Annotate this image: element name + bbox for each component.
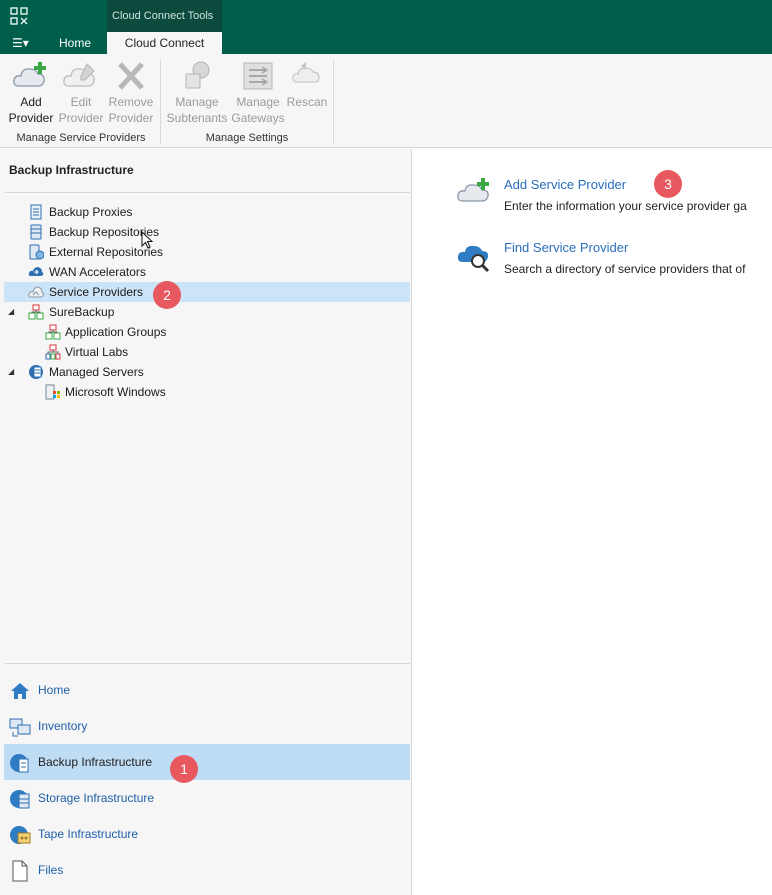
managed-server-icon	[29, 365, 43, 379]
remove-x-icon	[118, 62, 144, 90]
action-title[interactable]: Find Service Provider	[504, 240, 628, 255]
manage-subtenants-label-1: Manage	[175, 95, 219, 109]
tab-cloud-connect[interactable]: Cloud Connect	[107, 32, 222, 54]
nav-files[interactable]: Files	[4, 852, 410, 888]
tree-item-backup-proxies[interactable]: Backup Proxies	[4, 202, 410, 222]
ribbon-tab-row: ☰▾ Home Cloud Connect	[0, 32, 772, 54]
tree-item-managed-servers[interactable]: ◢ Managed Servers	[4, 362, 410, 382]
tree-item-wan-accelerators[interactable]: WAN Accelerators	[4, 262, 410, 282]
nav-storage-infrastructure[interactable]: Storage Infrastructure	[4, 780, 410, 816]
step-badge-1: 1	[170, 755, 198, 783]
cloud-search-icon	[457, 245, 490, 273]
tree-item-label: SureBackup	[49, 305, 115, 319]
context-tab-label: Cloud Connect Tools	[107, 0, 222, 32]
cloud-add-icon	[457, 178, 489, 202]
tree-item-service-providers[interactable]: Service Providers	[4, 282, 410, 302]
main-menu-button[interactable]: ☰▾	[0, 32, 44, 54]
nav-label: Backup Infrastructure	[38, 755, 153, 769]
edit-provider-label-2: Provider	[58, 111, 104, 125]
subtenants-icon	[185, 61, 210, 89]
nav-tape-infrastructure[interactable]: Tape Infrastructure	[4, 816, 410, 852]
tree-item-application-groups[interactable]: Application Groups	[4, 322, 410, 342]
nav-inventory[interactable]: Inventory	[4, 708, 410, 744]
gateways-icon	[243, 62, 273, 90]
edit-provider-label-1: Edit	[70, 95, 92, 109]
inventory-icon	[9, 718, 31, 737]
cloud-add-icon	[13, 62, 46, 87]
service-provider-icon	[28, 286, 44, 298]
left-navigation-panel: Backup Infrastructure Backup Proxies Bac…	[0, 149, 412, 895]
backup-infrastructure-icon	[10, 754, 29, 773]
tree-item-backup-repositories[interactable]: Backup Repositories	[4, 222, 410, 242]
remove-provider-button[interactable]: Remove Provider	[105, 60, 157, 128]
remove-provider-label-2: Provider	[108, 111, 154, 125]
title-bar: Cloud Connect Tools	[0, 0, 772, 32]
action-description: Search a directory of service providers …	[504, 262, 746, 276]
divider	[5, 192, 410, 193]
nav-label: Tape Infrastructure	[38, 827, 139, 841]
cloud-edit-icon	[63, 63, 95, 87]
panel-title: Backup Infrastructure	[9, 163, 134, 177]
manage-subtenants-button[interactable]: Manage Subtenants	[166, 60, 228, 128]
step-badge-2: 2	[153, 281, 181, 309]
edit-provider-button[interactable]: Edit Provider	[55, 60, 107, 128]
veeam-app-icon[interactable]	[10, 7, 28, 25]
backup-proxy-icon	[30, 204, 42, 220]
windows-server-icon	[45, 384, 60, 400]
nav-home[interactable]: Home	[4, 672, 410, 708]
group-label-manage-service-providers: Manage Service Providers	[16, 132, 146, 144]
manage-gateways-label-2: Gateways	[231, 111, 285, 125]
tree-item-label: Backup Proxies	[49, 205, 133, 219]
nav-backup-infrastructure[interactable]: Backup Infrastructure	[4, 744, 410, 780]
tree-item-virtual-labs[interactable]: Virtual Labs	[4, 342, 410, 362]
home-icon	[11, 683, 29, 699]
remove-provider-label-1: Remove	[108, 95, 154, 109]
virtual-lab-icon	[45, 344, 61, 360]
main-content-panel: Add Service Provider Enter the informati…	[413, 149, 772, 895]
application-group-icon	[45, 324, 61, 340]
add-provider-label-2: Provider	[8, 111, 54, 125]
manage-gateways-label-1: Manage	[236, 95, 280, 109]
divider	[5, 663, 410, 664]
action-title[interactable]: Add Service Provider	[504, 177, 626, 192]
add-provider-label-1: Add	[20, 95, 42, 109]
rescan-label: Rescan	[286, 95, 328, 109]
backup-repository-icon	[30, 224, 42, 240]
files-icon	[12, 860, 28, 882]
ribbon-separator	[333, 60, 334, 144]
expand-arrow-icon[interactable]: ◢	[8, 367, 14, 376]
tab-home[interactable]: Home	[44, 32, 106, 54]
manage-subtenants-label-2: Subtenants	[166, 111, 228, 125]
tree-item-label: Microsoft Windows	[65, 385, 166, 399]
tree-item-external-repositories[interactable]: External Repositories	[4, 242, 410, 262]
ribbon: Add Provider Edit Provider Remove Provid…	[0, 54, 772, 148]
tree-item-label: Virtual Labs	[65, 345, 129, 359]
action-description: Enter the information your service provi…	[504, 199, 747, 213]
tape-infrastructure-icon	[10, 826, 31, 844]
hamburger-menu-icon: ☰▾	[12, 36, 29, 50]
surebackup-icon	[28, 304, 44, 320]
rescan-icon	[292, 62, 320, 83]
wan-accelerator-icon	[28, 267, 44, 276]
nav-label: Files	[38, 863, 64, 877]
expand-arrow-icon[interactable]: ◢	[8, 307, 14, 316]
nav-label: Inventory	[38, 719, 88, 733]
add-provider-button[interactable]: Add Provider	[5, 60, 57, 128]
rescan-button[interactable]: Rescan	[282, 60, 332, 128]
nav-label: Storage Infrastructure	[38, 791, 155, 805]
mouse-cursor-icon	[141, 231, 154, 249]
group-label-manage-settings: Manage Settings	[205, 132, 289, 144]
nav-label: Home	[38, 683, 71, 697]
tree-item-label: Application Groups	[65, 325, 167, 339]
tree-item-label: WAN Accelerators	[49, 265, 146, 279]
storage-infrastructure-icon	[10, 790, 30, 809]
step-badge-3: 3	[654, 170, 682, 198]
ribbon-separator	[160, 60, 161, 144]
tree-item-label: Managed Servers	[49, 365, 144, 379]
tree-item-microsoft-windows[interactable]: Microsoft Windows	[4, 382, 410, 402]
tree-item-surebackup[interactable]: ◢ SureBackup	[4, 302, 410, 322]
manage-gateways-button[interactable]: Manage Gateways	[231, 60, 285, 128]
external-repository-icon	[29, 244, 44, 260]
tree-item-label: Service Providers	[49, 285, 144, 299]
